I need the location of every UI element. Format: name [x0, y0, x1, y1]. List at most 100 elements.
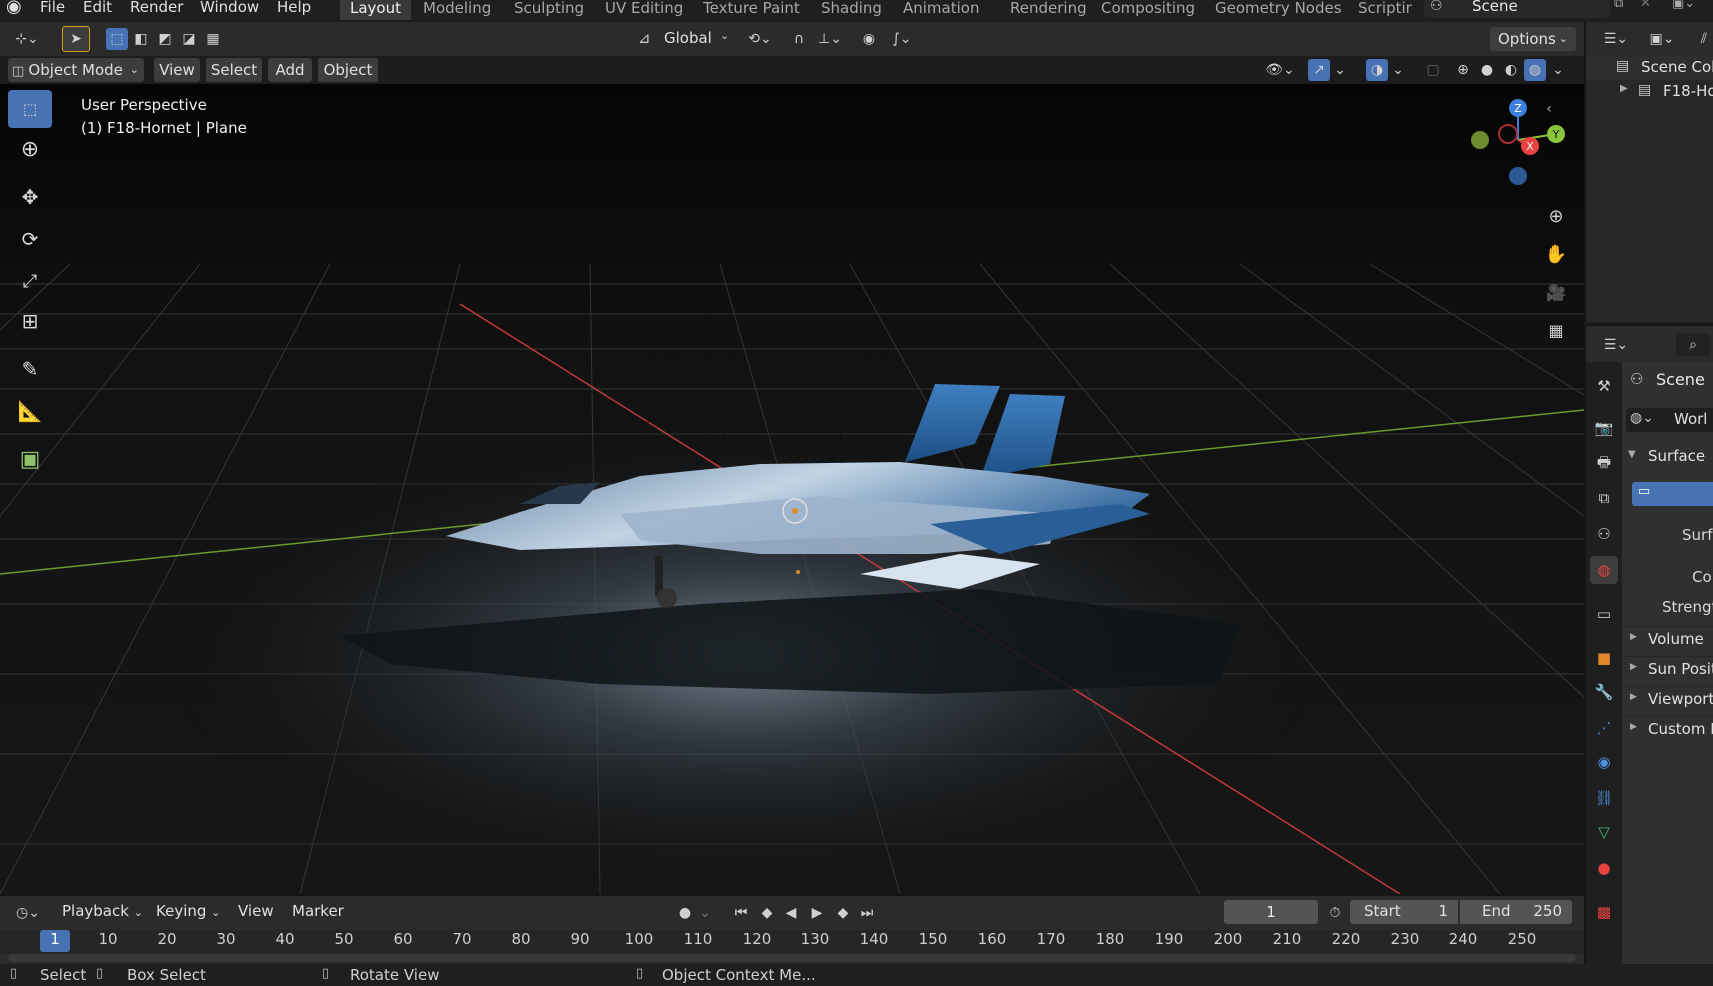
scale-tool[interactable]: ⤢	[8, 262, 52, 300]
zoom-icon[interactable]: ⊕	[1542, 202, 1570, 230]
data-properties-tab[interactable]: ▽	[1590, 818, 1618, 846]
stopwatch-icon[interactable]: ⏱	[1324, 902, 1346, 924]
visibility-icon[interactable]: 👁⌄	[1262, 59, 1298, 81]
move-tool[interactable]: ✥	[8, 178, 52, 216]
modifier-properties-tab[interactable]: 🔧	[1590, 678, 1618, 706]
3d-viewport[interactable]: User Perspective (1) F18-Hornet | Plane …	[0, 84, 1584, 894]
outliner-editor-type-icon[interactable]: ☰⌄	[1598, 28, 1634, 50]
menu-object[interactable]: Object	[318, 58, 378, 82]
tab-uv-editing[interactable]: UV Editing	[595, 0, 693, 20]
end-frame-field[interactable]: End 250	[1460, 900, 1572, 924]
pan-hand-icon[interactable]: ✋	[1542, 240, 1570, 268]
display-mode-icon[interactable]: ▣⌄	[1644, 28, 1680, 50]
mode-dropdown[interactable]: ◫ Object Mode ⌄	[8, 58, 144, 82]
tab-animation[interactable]: Animation	[893, 0, 989, 20]
menu-view[interactable]: View	[238, 902, 274, 920]
snap-toggle-icon[interactable]: ∩	[788, 28, 810, 50]
jump-start-icon[interactable]: ⏮	[730, 902, 752, 924]
camera-view-icon[interactable]: 🎥	[1542, 278, 1570, 306]
proportional-edit-icon[interactable]: ◉	[858, 28, 880, 50]
material-shading-icon[interactable]: ◐	[1500, 59, 1522, 81]
surface-node-button[interactable]: ▭	[1632, 482, 1713, 506]
navigation-gizmo[interactable]: Z Y X	[1466, 94, 1576, 190]
menu-marker[interactable]: Marker	[292, 902, 344, 920]
filter-icon[interactable]: ⫽	[1694, 28, 1713, 50]
menu-playback[interactable]: Playback ⌄	[62, 902, 143, 924]
transform-orientation-dropdown[interactable]: ⊿ Global ⌄	[634, 27, 734, 51]
select-mode-new-icon[interactable]: ⬚	[106, 28, 128, 50]
material-properties-tab[interactable]: ●	[1590, 854, 1618, 882]
add-cube-tool[interactable]: ▣	[8, 440, 52, 478]
render-properties-tab[interactable]: 📷	[1590, 414, 1618, 442]
tab-rendering[interactable]: Rendering	[1000, 0, 1097, 20]
chevron-down-icon[interactable]: ⌄	[1390, 59, 1406, 81]
search-icon[interactable]: ⌕	[1676, 334, 1710, 356]
wireframe-shading-icon[interactable]: ⊕	[1452, 59, 1474, 81]
view-layer-icon[interactable]: ▣⌄	[1672, 0, 1702, 16]
view-layer-properties-tab[interactable]: ⧉	[1590, 484, 1618, 512]
select-box-tool[interactable]: ⬚	[8, 90, 52, 128]
xray-toggle-icon[interactable]: ▢	[1422, 59, 1444, 81]
timeline-editor-type-icon[interactable]: ◷⌄	[10, 902, 46, 924]
custom-properties-panel-header[interactable]: ▶ Custom P	[1622, 716, 1713, 742]
new-scene-icon[interactable]: ⧉	[1614, 0, 1634, 16]
start-frame-field[interactable]: Start 1	[1350, 900, 1458, 924]
viewport-display-panel-header[interactable]: ▶ Viewport	[1622, 686, 1713, 712]
ortho-grid-icon[interactable]: ▦	[1542, 316, 1570, 344]
gizmo-toggle-icon[interactable]: ↗	[1308, 59, 1330, 81]
blender-logo-icon[interactable]: ◉	[6, 0, 28, 18]
collection-properties-tab[interactable]: ▭	[1590, 600, 1618, 628]
tab-texture-paint[interactable]: Texture Paint	[693, 0, 810, 20]
play-icon[interactable]: ▶	[806, 902, 828, 924]
scene-selector[interactable]: ⚇ Scene	[1424, 0, 1610, 18]
rendered-shading-icon[interactable]: ◍	[1524, 59, 1546, 81]
object-properties-tab[interactable]: ■	[1590, 644, 1618, 672]
overlays-toggle-icon[interactable]: ◑	[1366, 59, 1388, 81]
tab-layout[interactable]: Layout	[340, 0, 411, 20]
outliner-row[interactable]: ▶ ▤ F18-Ho	[1586, 80, 1713, 104]
properties-editor-type-icon[interactable]: ☰⌄	[1598, 334, 1634, 356]
constraints-properties-tab[interactable]: ⛓	[1590, 784, 1618, 812]
tab-scripting[interactable]: Scriptir	[1348, 0, 1422, 20]
world-selector[interactable]: ◍⌄ Worl	[1626, 408, 1713, 432]
prev-keyframe-icon[interactable]: ◆	[756, 902, 778, 924]
menu-add[interactable]: Add	[268, 58, 312, 82]
menu-file[interactable]: File	[40, 0, 65, 18]
particles-properties-tab[interactable]: ⋰	[1590, 714, 1618, 742]
menu-render[interactable]: Render	[130, 0, 183, 18]
cursor-tool[interactable]: ⊕	[8, 130, 52, 168]
tab-sculpting[interactable]: Sculpting	[504, 0, 594, 20]
texture-properties-tab[interactable]: ▩	[1590, 898, 1618, 926]
snap-target-icon[interactable]: ⊥⌄	[812, 28, 848, 50]
delete-scene-icon[interactable]: ✕	[1640, 0, 1656, 16]
select-tool-icon[interactable]: ➤	[62, 26, 90, 52]
transform-tool[interactable]: ⊞	[8, 302, 52, 340]
options-dropdown[interactable]: Options ⌄	[1490, 27, 1576, 51]
menu-view[interactable]: View	[154, 58, 200, 82]
play-reverse-icon[interactable]: ◀	[780, 902, 802, 924]
tab-modeling[interactable]: Modeling	[413, 0, 501, 20]
select-mode-subtract-icon[interactable]: ◩	[154, 28, 176, 50]
surface-panel-header[interactable]: ▼ Surface	[1622, 446, 1713, 470]
next-keyframe-icon[interactable]: ◆	[832, 902, 854, 924]
select-mode-extend-icon[interactable]: ◧	[130, 28, 152, 50]
editor-type-icon[interactable]: ⊹⌄	[8, 28, 46, 50]
tab-shading[interactable]: Shading	[811, 0, 892, 20]
menu-window[interactable]: Window	[200, 0, 259, 18]
annotate-tool[interactable]: ✎	[8, 350, 52, 388]
world-properties-tab[interactable]: ◍	[1590, 556, 1618, 584]
scene-properties-tab[interactable]: ⚇	[1590, 520, 1618, 548]
pivot-point-icon[interactable]: ⟲⌄	[742, 28, 778, 50]
record-icon[interactable]: ●	[674, 902, 696, 924]
output-properties-tab[interactable]: 🖶	[1590, 450, 1618, 478]
physics-properties-tab[interactable]: ◉	[1590, 748, 1618, 776]
menu-edit[interactable]: Edit	[83, 0, 112, 18]
menu-keying[interactable]: Keying ⌄	[156, 902, 220, 924]
solid-shading-icon[interactable]: ●	[1476, 59, 1498, 81]
menu-select[interactable]: Select	[206, 58, 262, 82]
select-mode-intersect-icon[interactable]: ▦	[202, 28, 224, 50]
chevron-down-icon[interactable]: ⌄	[698, 902, 712, 924]
rotate-tool[interactable]: ⟳	[8, 220, 52, 258]
tab-geometry-nodes[interactable]: Geometry Nodes	[1205, 0, 1352, 20]
outliner-row[interactable]: ▤ Scene Coll	[1586, 56, 1713, 80]
